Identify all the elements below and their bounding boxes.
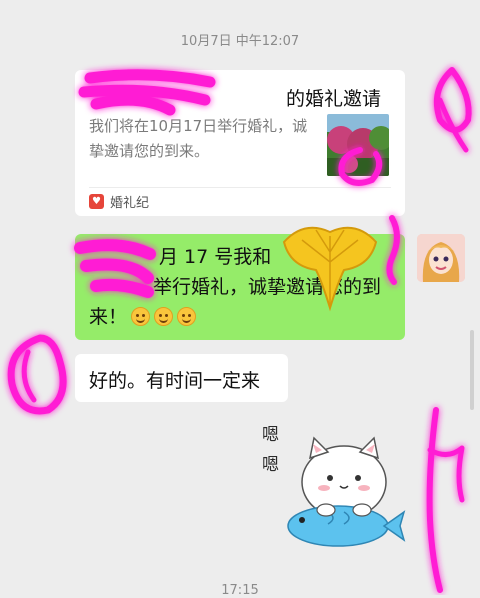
wedding-app-icon: ♥ bbox=[89, 194, 104, 209]
card-thumbnail-image bbox=[327, 114, 389, 176]
sticker-text: 嗯 bbox=[262, 455, 279, 475]
avatar[interactable] bbox=[417, 234, 465, 282]
message-line-3-text: 来！ bbox=[89, 306, 128, 328]
cat-with-fish-sticker[interactable]: 嗯 嗯 bbox=[258, 420, 406, 560]
scrollbar[interactable] bbox=[470, 330, 474, 410]
message-line-3: 来！ bbox=[89, 306, 197, 328]
card-description: 我们将在10月17日举行婚礼，诚挚邀请您的到来。 bbox=[89, 117, 308, 160]
incoming-message-text: 好的。有时间一定来 bbox=[89, 370, 261, 392]
timestamp: 10月7日 中午12:07 bbox=[180, 34, 300, 49]
wedding-invitation-card[interactable]: 的婚礼邀请 我们将在10月17日举行婚礼，诚挚邀请您的到来。 ♥ 婚礼纪 bbox=[75, 70, 405, 216]
incoming-message-bubble[interactable]: 好的。有时间一定来 bbox=[75, 354, 288, 402]
sticker-text: 嗯 bbox=[262, 425, 279, 445]
timestamp: 17:15 bbox=[221, 583, 259, 598]
smile-emoji-icon bbox=[154, 307, 174, 326]
smile-emoji-icon bbox=[131, 307, 151, 326]
smile-emoji-icon bbox=[177, 307, 197, 326]
card-title: 的婚礼邀请 bbox=[285, 88, 381, 110]
card-divider bbox=[89, 187, 391, 188]
card-source-label: 婚礼纪 bbox=[110, 196, 150, 211]
ginkgo-leaf-icon bbox=[282, 226, 378, 312]
